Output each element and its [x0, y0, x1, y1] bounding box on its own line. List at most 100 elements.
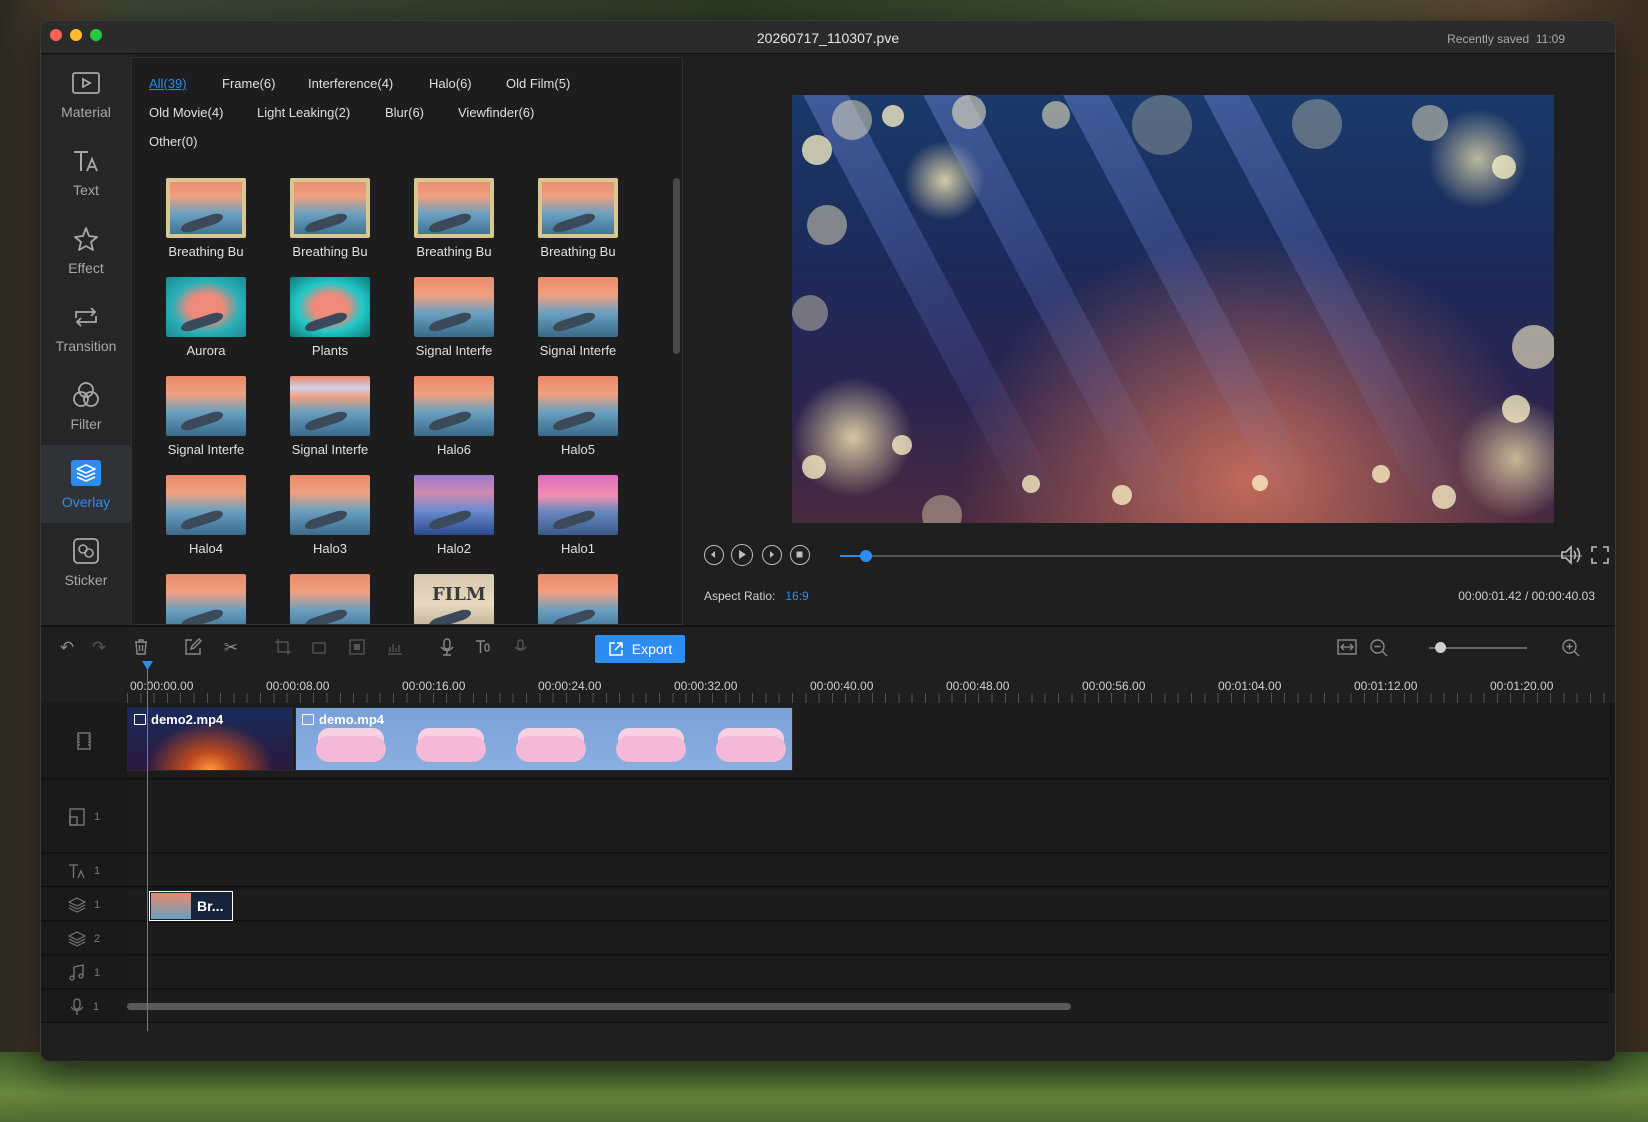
- overlay-label: Breathing Bu: [168, 244, 244, 259]
- desktop-background: [0, 1052, 1648, 1122]
- tab-light-leaking[interactable]: Light Leaking(2): [257, 105, 350, 120]
- overlay-item[interactable]: Aurora: [146, 277, 266, 358]
- tab-halo[interactable]: Halo(6): [429, 76, 472, 91]
- volume-icon[interactable]: [1559, 544, 1583, 571]
- mosaic-icon[interactable]: [347, 638, 367, 658]
- track-header: 1: [41, 781, 127, 852]
- overlay-track[interactable]: 1 Br...: [41, 889, 1609, 921]
- split-icon[interactable]: ✂: [221, 638, 241, 658]
- overlay-thumbnail: [290, 376, 370, 436]
- overlay-item[interactable]: Halo1: [518, 475, 638, 556]
- overlay-thumbnail: [414, 376, 494, 436]
- overlay-thumbnail: [538, 376, 618, 436]
- next-frame-button[interactable]: [762, 545, 782, 565]
- preview-screen: [792, 95, 1554, 523]
- video-clip[interactable]: demo.mp4: [295, 707, 793, 771]
- playhead[interactable]: [147, 661, 148, 1031]
- light-ray: [1192, 95, 1472, 523]
- timeline-scrollbar[interactable]: [127, 1003, 1071, 1010]
- timeline-ruler[interactable]: 00:00:00.00 00:00:08.00 00:00:16.00 00:0…: [41, 667, 1615, 703]
- overlay-label: Halo5: [561, 442, 595, 457]
- edit-icon[interactable]: [183, 638, 203, 658]
- overlay-item[interactable]: [270, 574, 390, 624]
- undo-icon[interactable]: ↶: [57, 638, 77, 658]
- zoom-out-icon[interactable]: [1369, 638, 1389, 658]
- clip-title: demo2.mp4: [151, 712, 224, 727]
- overlay-item[interactable]: Signal Interfe: [270, 376, 390, 457]
- bokeh: [1502, 395, 1530, 423]
- tab-old-movie[interactable]: Old Movie(4): [149, 105, 223, 120]
- text-track[interactable]: 1: [41, 855, 1609, 887]
- layers-icon: [67, 896, 86, 913]
- sidebar-item-effect[interactable]: Effect: [41, 211, 131, 289]
- delete-icon[interactable]: [131, 638, 151, 658]
- overlay-item[interactable]: Halo3: [270, 475, 390, 556]
- zoom-in-icon[interactable]: [1561, 638, 1581, 658]
- fit-timeline-icon[interactable]: [1337, 638, 1357, 658]
- overlay-item[interactable]: Breathing Bu: [394, 178, 514, 259]
- tab-viewfinder[interactable]: Viewfinder(6): [458, 105, 534, 120]
- text-to-speech-icon[interactable]: [473, 638, 493, 658]
- overlay-item[interactable]: Signal Interfe: [518, 277, 638, 358]
- overlay-item[interactable]: Breathing Bu: [270, 178, 390, 259]
- overlay-item[interactable]: Halo4: [146, 475, 266, 556]
- tab-all[interactable]: All(39): [149, 76, 187, 91]
- overlay-item[interactable]: Halo6: [394, 376, 514, 457]
- audio-wave-icon[interactable]: [385, 638, 405, 658]
- overlay-item[interactable]: Signal Interfe: [146, 376, 266, 457]
- timecode: 00:00:01.42 / 00:00:40.03: [1458, 589, 1595, 603]
- sidebar-item-sticker[interactable]: Sticker: [41, 523, 131, 601]
- overlay-item[interactable]: Halo5: [518, 376, 638, 457]
- film-thumbnail-text: FILM: [432, 584, 486, 605]
- stop-button[interactable]: [790, 545, 810, 565]
- music-track[interactable]: 1: [41, 957, 1609, 989]
- overlay-item[interactable]: Plants: [270, 277, 390, 358]
- aspect-ratio-value[interactable]: 16:9: [785, 589, 808, 603]
- overlay-track[interactable]: 2: [41, 923, 1609, 955]
- layers-icon: [67, 930, 86, 947]
- microphone-icon[interactable]: [437, 638, 457, 658]
- overlay-item[interactable]: [146, 574, 266, 624]
- sidebar-item-filter[interactable]: Filter: [41, 367, 131, 445]
- pip-track[interactable]: 1: [41, 781, 1609, 853]
- overlay-item[interactable]: Breathing Bu: [146, 178, 266, 259]
- previous-frame-button[interactable]: [704, 545, 724, 565]
- sidebar-item-text[interactable]: Text: [41, 133, 131, 211]
- transition-icon: [69, 302, 103, 332]
- fullscreen-icon[interactable]: [1589, 544, 1611, 571]
- sidebar-item-transition[interactable]: Transition: [41, 289, 131, 367]
- tab-frame[interactable]: Frame(6): [222, 76, 275, 91]
- overlay-item[interactable]: Breathing Bu: [518, 178, 638, 259]
- export-button[interactable]: Export: [595, 635, 685, 663]
- redo-icon[interactable]: ↷: [89, 638, 109, 658]
- bokeh: [832, 100, 872, 140]
- playback-slider[interactable]: [840, 550, 1582, 562]
- playback-handle[interactable]: [859, 550, 872, 562]
- tab-old-film[interactable]: Old Film(5): [506, 76, 570, 91]
- overlay-label: Signal Interfe: [415, 343, 493, 358]
- track-header: 1: [41, 957, 127, 988]
- sidebar-item-material[interactable]: Material: [41, 55, 131, 133]
- play-button[interactable]: [731, 544, 753, 566]
- export-icon: [609, 642, 623, 656]
- bokeh: [807, 205, 847, 245]
- tab-blur[interactable]: Blur(6): [385, 105, 424, 120]
- overlay-item[interactable]: FILM: [394, 574, 514, 624]
- overlay-item[interactable]: Halo2: [394, 475, 514, 556]
- zoom-slider-handle[interactable]: [1435, 642, 1446, 653]
- overlay-label: Halo6: [437, 442, 471, 457]
- crop-icon[interactable]: [273, 638, 293, 658]
- overlay-clip[interactable]: Br...: [149, 891, 233, 921]
- library-scrollbar[interactable]: [673, 178, 680, 354]
- overlay-item[interactable]: [518, 574, 638, 624]
- speech-to-text-icon[interactable]: [511, 638, 531, 658]
- rotate-icon[interactable]: [309, 638, 329, 658]
- app-window: 20260717_110307.pve Recently saved 11:09…: [40, 20, 1616, 1062]
- video-track[interactable]: demo2.mp4 demo.mp4: [41, 703, 1609, 779]
- sidebar-item-overlay[interactable]: Overlay: [41, 445, 131, 523]
- tab-interference[interactable]: Interference(4): [308, 76, 393, 91]
- video-clip[interactable]: demo2.mp4: [127, 707, 293, 771]
- overlay-item[interactable]: Signal Interfe: [394, 277, 514, 358]
- tab-other[interactable]: Other(0): [149, 134, 197, 149]
- bokeh: [882, 105, 904, 127]
